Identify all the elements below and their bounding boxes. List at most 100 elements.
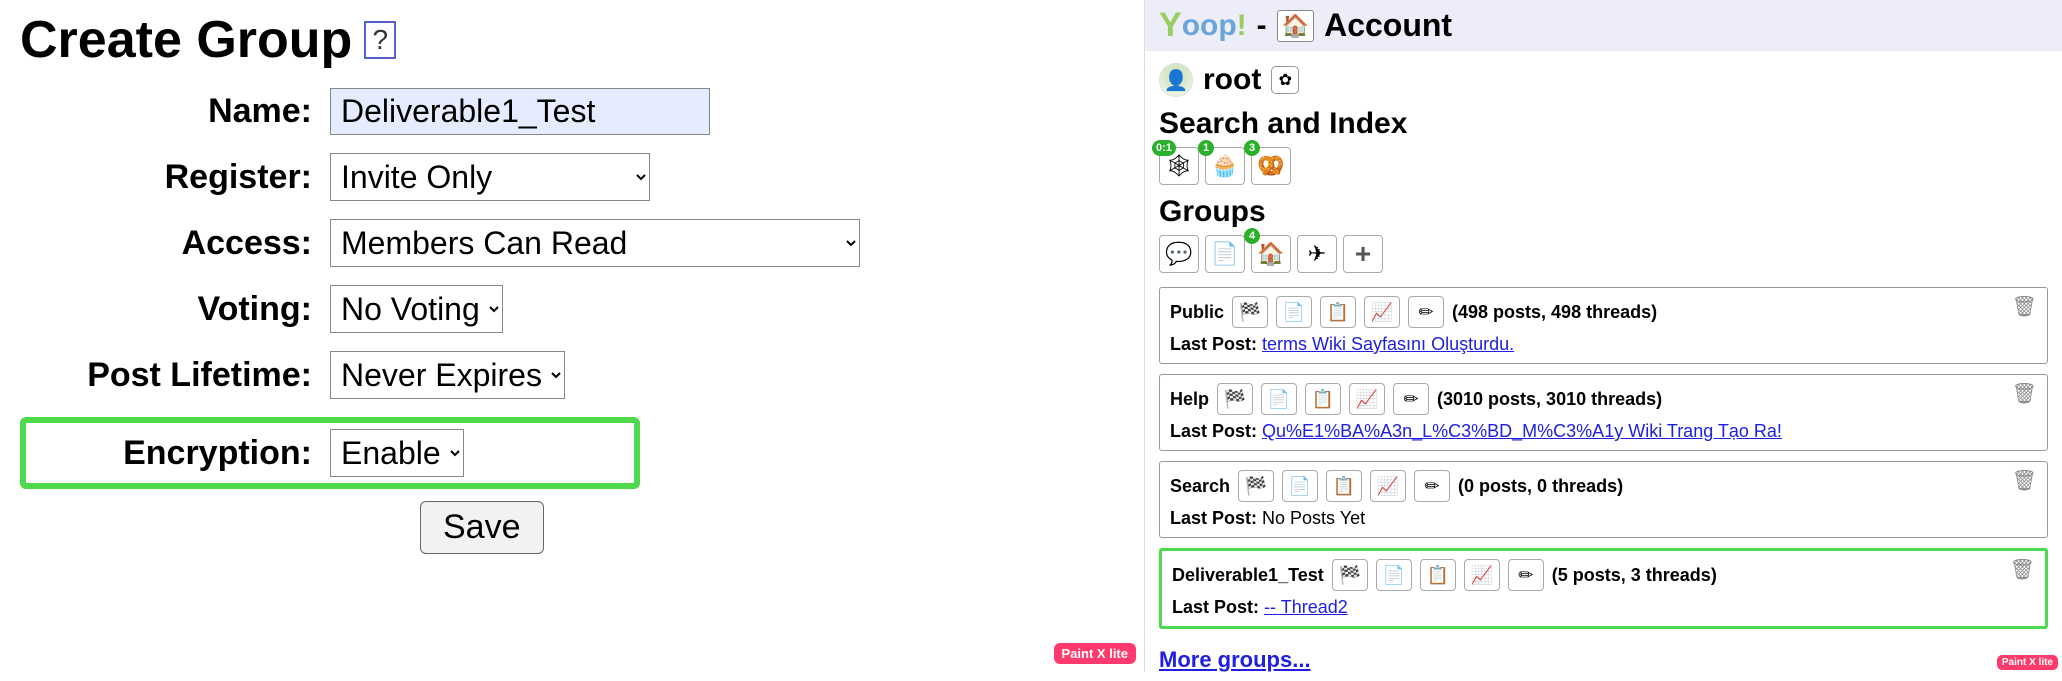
last-post-link[interactable]: terms Wiki Sayfasını Oluşturdu.	[1262, 334, 1514, 354]
group-action-icon-2[interactable]: 📋	[1326, 470, 1362, 502]
group-action-icon-4[interactable]: ✏	[1393, 383, 1429, 415]
watermark-left: Paint X lite	[1054, 643, 1136, 664]
badge: 4	[1244, 228, 1260, 244]
gear-icon[interactable]: ✿	[1271, 66, 1299, 94]
dash: -	[1257, 9, 1267, 43]
group-action-icon-0[interactable]: 🏁	[1238, 470, 1274, 502]
access-label: Access:	[20, 224, 330, 263]
groups-list: 🗑Public🏁📄📋📈✏(498 posts, 498 threads)Last…	[1145, 281, 2062, 629]
group-card: 🗑 Help 🏁📄📋📈✏ (3010 posts, 3010 threads) Last…	[1159, 374, 2048, 451]
group-name: Help	[1170, 389, 1209, 410]
post-lifetime-label: Post Lifetime:	[20, 356, 330, 395]
groups-toolbar-icon-0[interactable]: 💬	[1159, 235, 1199, 273]
group-header: Public 🏁📄📋📈✏ (498 posts, 498 threads)	[1170, 296, 2037, 328]
badge: 3	[1244, 140, 1260, 156]
post-lifetime-row: Post Lifetime: Never Expires	[20, 351, 1124, 399]
group-action-icon-3[interactable]: 📈	[1364, 296, 1400, 328]
group-action-icon-4[interactable]: ✏	[1508, 559, 1544, 591]
save-button[interactable]: Save	[420, 501, 544, 554]
group-action-icon-0[interactable]: 🏁	[1217, 383, 1253, 415]
trash-icon[interactable]: 🗑	[2012, 381, 2037, 406]
group-card: 🗑Search🏁📄📋📈✏(0 posts, 0 threads)Last Pos…	[1159, 461, 2048, 538]
voting-select[interactable]: No Voting	[330, 285, 503, 333]
last-post-link[interactable]: Qu%E1%BA%A3n_L%C3%BD_M%C3%A1y Wiki Trang…	[1262, 421, 1782, 441]
access-row: Access: Members Can Read	[20, 219, 1124, 267]
group-action-icon-1[interactable]: 📄	[1376, 559, 1412, 591]
trash-icon[interactable]: 🗑	[2012, 294, 2037, 319]
home-icon[interactable]: 🏠	[1277, 10, 1314, 42]
group-action-icon-0[interactable]: 🏁	[1232, 296, 1268, 328]
group-last-post: Last Post: No Posts Yet	[1170, 508, 2037, 529]
access-select[interactable]: Members Can Read	[330, 219, 860, 267]
more-groups-link[interactable]: More groups...	[1145, 639, 2062, 681]
group-header: Search🏁📄📋📈✏(0 posts, 0 threads)	[1170, 470, 2037, 502]
last-post-label: Last Post:	[1170, 334, 1257, 354]
group-action-icon-3[interactable]: 📈	[1464, 559, 1500, 591]
name-label: Name:	[20, 92, 330, 131]
create-group-panel: Create Group ? Name: Register: Invite On…	[0, 0, 1145, 672]
group-action-icon-3[interactable]: 📈	[1370, 470, 1406, 502]
last-post-label: Last Post:	[1172, 597, 1259, 617]
groups-toolbar-icon-2[interactable]: 🏠4	[1251, 235, 1291, 273]
group-counts: (0 posts, 0 threads)	[1458, 476, 1623, 497]
groups-toolbar: 💬📄🏠4✈+	[1145, 231, 2062, 281]
trash-icon[interactable]: 🗑	[2012, 468, 2037, 493]
group-action-icon-2[interactable]: 📋	[1420, 559, 1456, 591]
group-action-icon-3[interactable]: 📈	[1349, 383, 1385, 415]
post-lifetime-select[interactable]: Never Expires	[330, 351, 565, 399]
search-index-icon-1[interactable]: 🧁1	[1205, 147, 1245, 185]
account-panel: Yoop! - 🏠 Account 👤 root ✿ Search and In…	[1145, 0, 2062, 672]
last-post-label: Last Post:	[1170, 508, 1257, 528]
search-index-title: Search and Index	[1145, 105, 2062, 143]
encryption-select[interactable]: Enable	[330, 429, 464, 477]
group-action-icon-1[interactable]: 📄	[1276, 296, 1312, 328]
badge: 1	[1198, 140, 1214, 156]
voting-row: Voting: No Voting	[20, 285, 1124, 333]
voting-label: Voting:	[20, 290, 330, 329]
group-action-icon-0[interactable]: 🏁	[1332, 559, 1368, 591]
group-action-icon-1[interactable]: 📄	[1282, 470, 1318, 502]
encryption-label: Encryption:	[26, 434, 330, 473]
group-counts: (498 posts, 498 threads)	[1452, 302, 1657, 323]
last-post-link[interactable]: -- Thread2	[1264, 597, 1348, 617]
name-row: Name:	[20, 88, 1124, 135]
groups-toolbar-icon-3[interactable]: ✈	[1297, 235, 1337, 273]
groups-title: Groups	[1145, 193, 2062, 231]
no-posts-text: No Posts Yet	[1262, 508, 1365, 528]
page-title: Create Group ?	[20, 10, 1124, 70]
username: root	[1203, 63, 1261, 97]
group-name: Deliverable1_Test	[1172, 565, 1324, 586]
group-counts: (5 posts, 3 threads)	[1552, 565, 1717, 586]
group-last-post: Last Post: Qu%E1%BA%A3n_L%C3%BD_M%C3%A1y…	[1170, 421, 2037, 442]
trash-icon[interactable]: 🗑	[2010, 557, 2035, 582]
search-index-icon-2[interactable]: 🥨3	[1251, 147, 1291, 185]
group-last-post: Last Post: terms Wiki Sayfasını Oluşturd…	[1170, 334, 2037, 355]
search-index-toolbar: 🕸0:1🧁1🥨3	[1145, 143, 2062, 193]
last-post-label: Last Post:	[1170, 421, 1257, 441]
group-action-icon-4[interactable]: ✏	[1408, 296, 1444, 328]
account-title: Account	[1324, 7, 1452, 44]
group-action-icon-2[interactable]: 📋	[1320, 296, 1356, 328]
help-icon[interactable]: ?	[364, 21, 396, 59]
top-bar: Yoop! - 🏠 Account	[1145, 0, 2062, 51]
group-action-icon-4[interactable]: ✏	[1414, 470, 1450, 502]
badge: 0:1	[1152, 140, 1176, 156]
save-row: Save	[20, 501, 1124, 554]
groups-toolbar-icon-4[interactable]: +	[1343, 235, 1383, 273]
group-action-icon-2[interactable]: 📋	[1305, 383, 1341, 415]
group-last-post: Last Post: -- Thread2	[1172, 597, 2035, 618]
watermark-right: Paint X lite	[1997, 655, 2058, 670]
group-card: 🗑 Public 🏁📄📋📈✏ (498 posts, 498 threads) Last…	[1159, 287, 2048, 364]
groups-toolbar-icon-1[interactable]: 📄	[1205, 235, 1245, 273]
register-select[interactable]: Invite Only	[330, 153, 650, 201]
group-name: Public	[1170, 302, 1224, 323]
page-title-text: Create Group	[20, 10, 352, 70]
yoop-logo[interactable]: Yoop!	[1159, 6, 1247, 45]
group-action-icon-1[interactable]: 📄	[1261, 383, 1297, 415]
group-counts: (3010 posts, 3010 threads)	[1437, 389, 1662, 410]
avatar-icon: 👤	[1159, 63, 1193, 97]
name-input[interactable]	[330, 88, 710, 135]
search-index-icon-0[interactable]: 🕸0:1	[1159, 147, 1199, 185]
register-label: Register:	[20, 158, 330, 197]
group-header: Help 🏁📄📋📈✏ (3010 posts, 3010 threads)	[1170, 383, 2037, 415]
